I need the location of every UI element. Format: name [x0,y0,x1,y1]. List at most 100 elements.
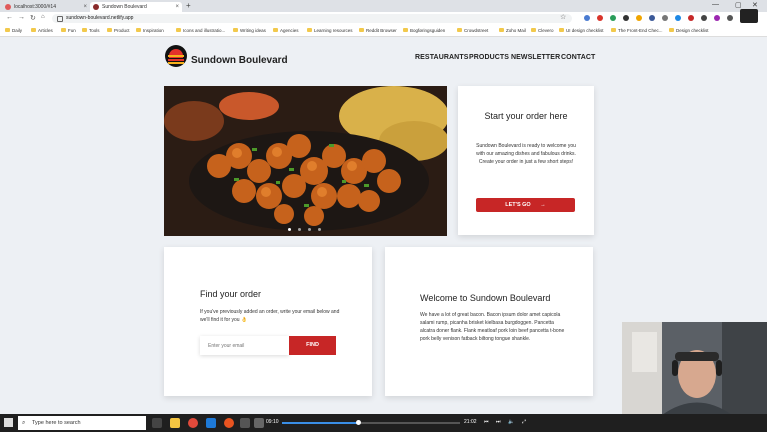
arrow-right-icon: → [540,202,546,208]
lets-go-button[interactable]: LET'S GO → [476,198,575,212]
start-order-text: Sundown Boulevard is ready to welcome yo… [476,143,576,165]
forward-icon[interactable]: → [18,14,25,21]
find-order-card: Find your order If you've previously add… [164,247,372,396]
task-view-icon[interactable] [152,418,162,428]
bookmark-item[interactable]: Daily [4,27,22,34]
browser-tab-bar: localhost:3000/#14 × Sundown Boulevard ×… [0,0,767,12]
app-icon[interactable] [224,418,234,428]
volume-icon[interactable]: 🔈 [508,419,514,425]
start-order-card: Start your order here Sundown Boulevard … [458,86,594,235]
menu-icon[interactable] [740,9,758,23]
bookmark-item[interactable]: Fun [60,27,76,34]
extension-icon[interactable] [584,15,590,21]
extension-icon[interactable] [675,15,681,21]
skip-back-icon[interactable]: ⏮ [484,419,489,425]
food-photo [164,86,447,236]
tab-title: Sundown Boulevard [102,4,147,10]
nav-contact[interactable]: CONTACT [561,54,595,61]
carousel-dot-active[interactable] [288,228,291,231]
tab-favicon-icon [5,4,11,10]
search-icon: ⌕ [22,420,26,426]
fullscreen-icon[interactable]: ⤢ [522,419,526,425]
bookmark-item[interactable]: Clevero [530,27,554,34]
carousel-dot[interactable] [298,228,301,231]
bookmark-item[interactable]: Icons and illustratio... [175,27,225,34]
nav-restaurants[interactable]: RESTAURANTS [415,54,468,61]
email-field[interactable] [200,336,289,355]
bookmark-item[interactable]: Zoho Mail [498,27,526,34]
video-total-time: 21:02 [464,419,477,425]
video-scrubber-handle[interactable] [356,420,361,425]
extension-icon[interactable] [688,15,694,21]
lock-icon [57,16,63,22]
find-order-title: Find your order [200,289,262,299]
browser-tab[interactable]: localhost:3000/#14 × [2,2,90,12]
bookmark-item[interactable]: Bogføringsguiden [402,27,445,34]
bookmark-star-icon[interactable]: ☆ [560,13,566,21]
welcome-title: Welcome to Sundown Boulevard [420,293,551,303]
home-icon[interactable]: ⌂ [41,14,45,20]
extension-icon[interactable] [662,15,668,21]
webcam-overlay [622,322,767,415]
bookmark-item[interactable]: Tools [81,27,100,34]
video-progress-fill [282,422,359,424]
extension-icon[interactable] [714,15,720,21]
browser-tab-active[interactable]: Sundown Boulevard × [90,2,182,12]
hero-carousel[interactable] [164,86,447,236]
carousel-dot[interactable] [318,228,321,231]
close-tab-icon[interactable]: × [175,2,179,12]
new-tab-icon[interactable]: + [186,1,191,10]
profile-avatar[interactable] [727,15,733,21]
file-explorer-icon[interactable] [170,418,180,428]
windows-start-icon[interactable] [4,418,13,427]
video-elapsed-time: 09:10 [266,419,279,425]
site-logo[interactable] [165,45,187,67]
welcome-text: We have a lot of great bacon. Bacon ipsu… [420,312,565,342]
bookmark-item[interactable]: Writing ideas [232,27,266,34]
site-name[interactable]: Sundown Boulevard [191,55,288,66]
bookmark-item[interactable]: Product [106,27,130,34]
skip-forward-icon[interactable]: ⏭ [496,419,501,425]
tab-title: localhost:3000/#14 [14,4,56,10]
extension-icon[interactable] [610,15,616,21]
nav-products[interactable]: PRODUCTS [469,54,509,61]
bookmark-item[interactable]: UI design checklist [558,27,604,34]
vscode-icon[interactable] [206,418,216,428]
bookmark-item[interactable]: Design checklist [668,27,709,34]
bookmark-item[interactable]: Reddit Browser [358,27,397,34]
bookmarks-bar: Daily Articles Fun Tools Product Inspira… [0,25,767,37]
presenter-video [622,322,767,415]
os-taskbar: ⌕ Type here to search 09:10 21:02 ⏮ ⏭ 🔈 … [0,414,767,432]
video-progress-bar[interactable] [282,420,460,425]
find-order-text: If you've previously added an order, wri… [200,309,340,323]
start-order-title: Start your order here [484,111,568,121]
chrome-icon[interactable] [188,418,198,428]
extension-icon[interactable] [649,15,655,21]
url-text: sundown-boulevard.netlify.app [66,15,134,21]
extension-icon[interactable] [636,15,642,21]
taskbar-search-placeholder: Type here to search [32,420,81,426]
extension-icon[interactable] [701,15,707,21]
url-field[interactable]: sundown-boulevard.netlify.app [52,14,572,23]
bookmark-item[interactable]: Crowdstreet [456,27,488,34]
close-tab-icon[interactable]: × [83,2,87,12]
carousel-dot[interactable] [308,228,311,231]
close-window-icon[interactable]: ✕ [752,1,758,9]
find-button[interactable]: FIND [289,336,336,355]
taskbar-search[interactable]: ⌕ Type here to search [18,416,146,430]
play-icon[interactable] [240,418,250,428]
bookmark-item[interactable]: Inspiration [135,27,164,34]
nav-newsletter[interactable]: NEWSLETTER [511,54,560,61]
minimize-icon[interactable]: — [712,1,719,8]
maximize-icon[interactable]: ▢ [735,1,742,9]
bookmark-item[interactable]: Articles [30,27,53,34]
welcome-card: Welcome to Sundown Boulevard We have a l… [385,247,593,396]
back-icon[interactable]: ← [6,14,13,21]
extension-icon[interactable] [597,15,603,21]
bookmark-item[interactable]: Agencies [272,27,299,34]
extension-icon[interactable] [623,15,629,21]
bookmark-item[interactable]: The Front-End Chec... [610,27,663,34]
bookmark-item[interactable]: Learning resources [306,27,353,34]
replay-icon[interactable] [254,418,264,428]
reload-icon[interactable]: ↻ [30,14,36,22]
